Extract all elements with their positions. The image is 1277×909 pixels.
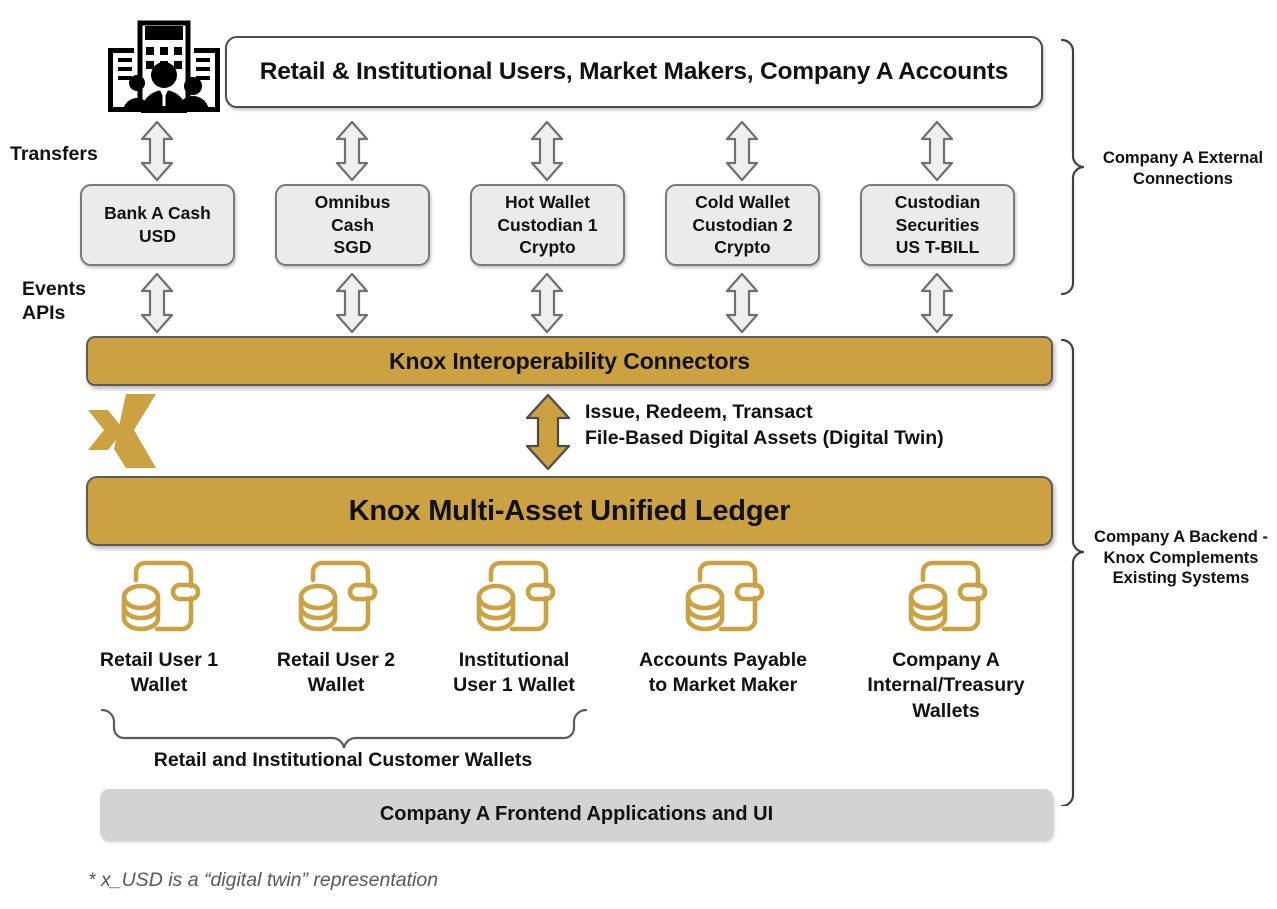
wallet-icon xyxy=(298,560,378,632)
wallet-label: Institutional User 1 Wallet xyxy=(453,649,575,697)
external-connections-brace xyxy=(1060,38,1085,296)
backend-brace xyxy=(1060,338,1085,806)
wallet-company-a-internal-treasury: Company A Internal/Treasury Wallets xyxy=(851,560,1041,724)
diagram-canvas: Retail & Institutional Users, Market Mak… xyxy=(0,0,1277,909)
knox-multi-asset-unified-ledger-bar: Knox Multi-Asset Unified Ledger xyxy=(86,476,1053,546)
wallet-icon xyxy=(476,560,556,632)
external-account-box-bank-a-cash: Bank A Cash USD xyxy=(80,184,235,266)
arrow-up-down-cold-wallet xyxy=(725,120,759,182)
transfers-label: Transfers xyxy=(10,143,98,165)
external-account-box-custodian-securities: Custodian Securities US T-BILL xyxy=(860,184,1015,266)
arrow-up-down-bank-a xyxy=(140,120,174,182)
external-account-box-omnibus-cash: Omnibus Cash SGD xyxy=(275,184,430,266)
knox-logo-icon xyxy=(86,392,158,472)
wallet-accounts-payable-market-maker: Accounts Payable to Market Maker xyxy=(628,560,818,699)
wallet-label: Accounts Payable to Market Maker xyxy=(639,649,807,697)
wallet-icon xyxy=(908,560,988,632)
arrow-up-down-events-custodian xyxy=(920,272,954,334)
external-account-label: Cold Wallet Custodian 2 Crypto xyxy=(692,191,793,258)
arrow-up-down-issue-redeem xyxy=(525,393,571,471)
arrow-up-down-events-hot-wallet xyxy=(530,272,564,334)
issue-redeem-transact-caption: Issue, Redeem, Transact File-Based Digit… xyxy=(585,401,944,449)
frontend-applications-bar: Company A Frontend Applications and UI xyxy=(100,789,1053,840)
wallet-retail-user-1: Retail User 1 Wallet xyxy=(64,560,254,699)
external-account-label: Hot Wallet Custodian 1 Crypto xyxy=(497,191,598,258)
ledger-bar-label: Knox Multi-Asset Unified Ledger xyxy=(348,494,791,527)
wallet-label: Retail User 2 Wallet xyxy=(276,649,396,697)
customer-wallets-brace-label: Retail and Institutional Customer Wallet… xyxy=(153,749,533,771)
arrow-up-down-hot-wallet xyxy=(530,120,564,182)
arrow-up-down-events-bank-a xyxy=(140,272,174,334)
connectors-bar-label: Knox Interoperability Connectors xyxy=(388,347,750,374)
wallet-label: Company A Internal/Treasury Wallets xyxy=(867,649,1025,722)
users-header-box: Retail & Institutional Users, Market Mak… xyxy=(225,36,1043,108)
arrow-up-down-events-omnibus xyxy=(335,272,369,334)
external-account-label: Custodian Securities US T-BILL xyxy=(894,191,981,258)
wallet-label: Retail User 1 Wallet xyxy=(99,649,219,697)
wallet-institutional-user-1: Institutional User 1 Wallet xyxy=(419,560,609,699)
people-building-icon xyxy=(105,20,223,115)
wallet-icon xyxy=(121,560,201,632)
wallet-icon xyxy=(685,560,765,632)
arrow-up-down-events-cold-wallet xyxy=(725,272,759,334)
backend-brace-label: Company A Backend - Knox Complements Exi… xyxy=(1094,528,1268,588)
external-account-box-hot-wallet: Hot Wallet Custodian 1 Crypto xyxy=(470,184,625,266)
external-connections-brace-label: Company A External Connections xyxy=(1102,149,1264,188)
external-account-box-cold-wallet: Cold Wallet Custodian 2 Crypto xyxy=(665,184,820,266)
knox-interoperability-connectors-bar: Knox Interoperability Connectors xyxy=(86,336,1053,386)
footnote-text: * x_USD is a “digital twin” representati… xyxy=(88,869,439,891)
wallet-retail-user-2: Retail User 2 Wallet xyxy=(241,560,431,699)
arrow-up-down-custodian-securities xyxy=(920,120,954,182)
external-account-label: Bank A Cash USD xyxy=(104,203,211,246)
users-header-label: Retail & Institutional Users, Market Mak… xyxy=(259,58,1009,85)
external-account-label: Omnibus Cash SGD xyxy=(314,191,391,258)
customer-wallets-brace xyxy=(100,708,588,748)
arrow-up-down-omnibus xyxy=(335,120,369,182)
frontend-bar-label: Company A Frontend Applications and UI xyxy=(379,803,774,825)
events-apis-label: Events APIs xyxy=(22,278,86,324)
